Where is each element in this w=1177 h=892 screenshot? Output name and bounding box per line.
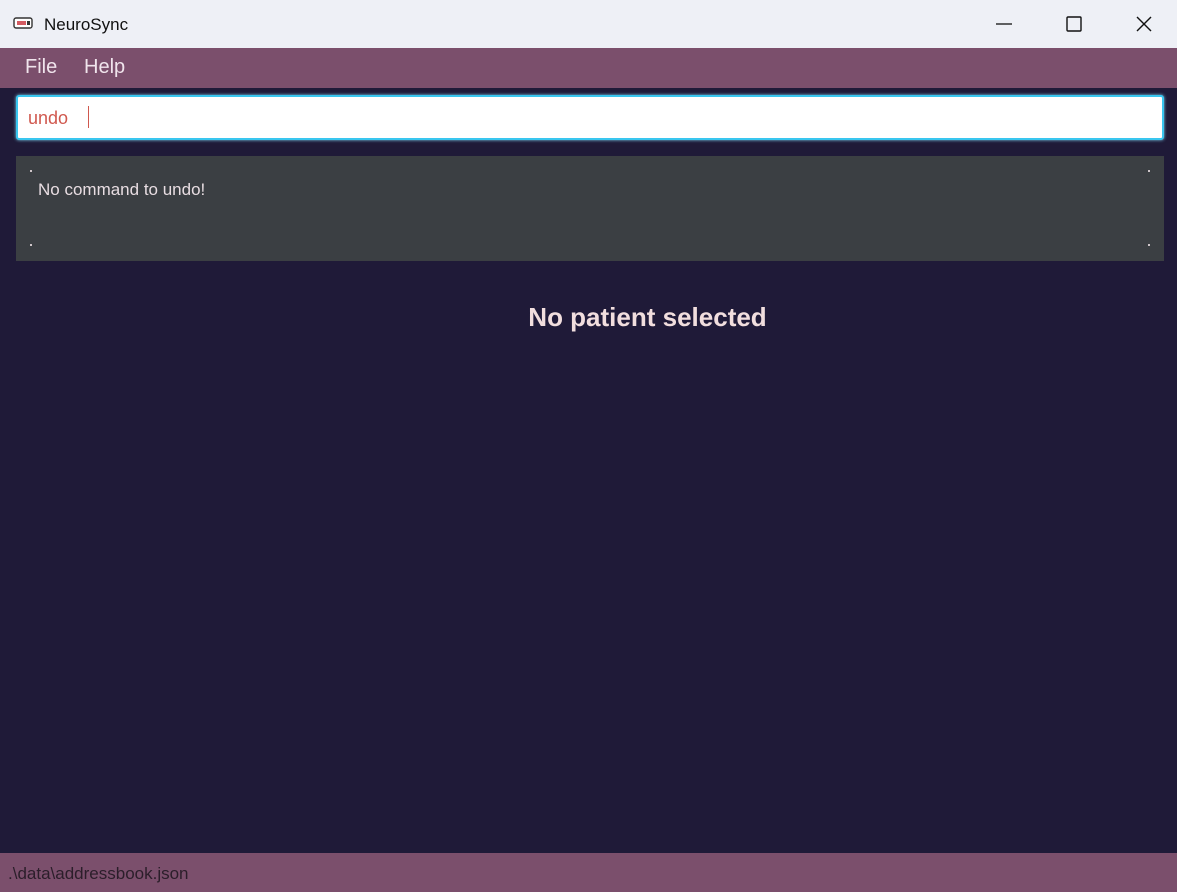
app-logo-icon: [13, 17, 33, 29]
patient-detail-panel: [0, 270, 1177, 853]
status-bar: .\data\addressbook.json: [0, 853, 1177, 892]
command-input[interactable]: [28, 105, 1148, 131]
menu-bar: File Help: [0, 48, 1177, 88]
corner-marker: [30, 170, 32, 172]
result-display: No command to undo!: [16, 156, 1164, 261]
close-button[interactable]: [1109, 0, 1177, 48]
save-file-path: .\data\addressbook.json: [8, 864, 189, 883]
close-icon: [1136, 16, 1152, 32]
maximize-button[interactable]: [1039, 0, 1109, 48]
window-title: NeuroSync: [44, 15, 129, 34]
corner-marker: [1148, 244, 1150, 246]
menu-file[interactable]: File: [25, 56, 57, 79]
menu-help[interactable]: Help: [84, 56, 125, 79]
text-caret: [88, 106, 89, 128]
minimize-icon: [996, 23, 1012, 25]
corner-marker: [1148, 170, 1150, 172]
maximize-icon: [1066, 16, 1082, 32]
window-title-bar: NeuroSync: [0, 0, 1177, 48]
corner-marker: [30, 244, 32, 246]
result-message: No command to undo!: [38, 180, 206, 199]
minimize-button[interactable]: [969, 0, 1039, 48]
command-box[interactable]: [16, 95, 1164, 140]
